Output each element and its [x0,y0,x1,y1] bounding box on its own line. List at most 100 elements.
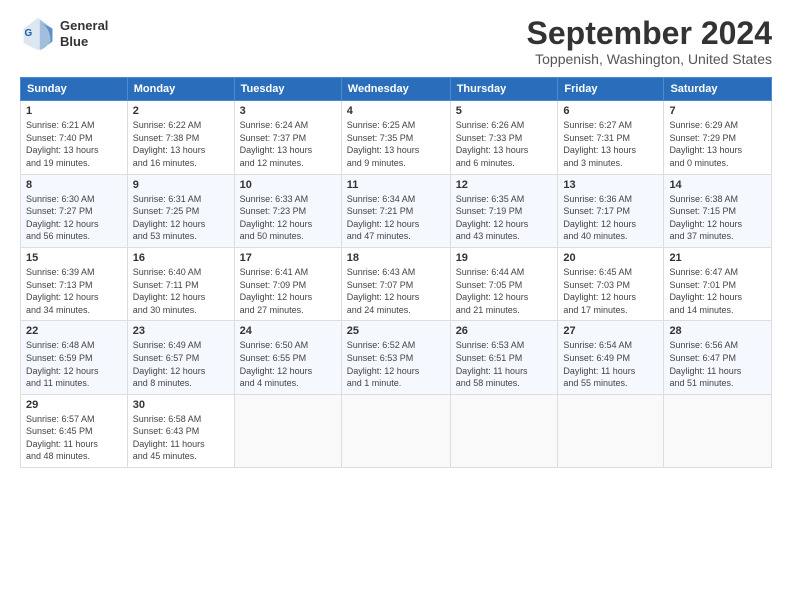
day-info: Sunrise: 6:50 AM Sunset: 6:55 PM Dayligh… [240,339,336,389]
day-info: Sunrise: 6:41 AM Sunset: 7:09 PM Dayligh… [240,266,336,316]
day-info: Sunrise: 6:26 AM Sunset: 7:33 PM Dayligh… [456,119,553,169]
day-header-tuesday: Tuesday [234,78,341,101]
calendar-cell [558,394,664,467]
calendar-table: SundayMondayTuesdayWednesdayThursdayFrid… [20,77,772,468]
calendar-cell: 5 Sunrise: 6:26 AM Sunset: 7:33 PM Daylig… [450,101,558,174]
calendar-body: 1 Sunrise: 6:21 AM Sunset: 7:40 PM Daylig… [21,101,772,468]
day-info: Sunrise: 6:27 AM Sunset: 7:31 PM Dayligh… [563,119,658,169]
svg-text:G: G [25,28,33,39]
day-number: 21 [669,252,766,264]
day-info: Sunrise: 6:24 AM Sunset: 7:37 PM Dayligh… [240,119,336,169]
day-number: 1 [26,105,122,117]
calendar-week-5: 29 Sunrise: 6:57 AM Sunset: 6:45 PM Dayli… [21,394,772,467]
day-number: 8 [26,179,122,191]
day-info: Sunrise: 6:25 AM Sunset: 7:35 PM Dayligh… [347,119,445,169]
calendar-cell [664,394,772,467]
day-header-saturday: Saturday [664,78,772,101]
calendar-cell: 12 Sunrise: 6:35 AM Sunset: 7:19 PM Dayli… [450,174,558,247]
calendar-week-4: 22 Sunrise: 6:48 AM Sunset: 6:59 PM Dayli… [21,321,772,394]
day-number: 10 [240,179,336,191]
day-number: 23 [133,325,229,337]
day-number: 18 [347,252,445,264]
day-info: Sunrise: 6:52 AM Sunset: 6:53 PM Dayligh… [347,339,445,389]
day-number: 28 [669,325,766,337]
day-info: Sunrise: 6:38 AM Sunset: 7:15 PM Dayligh… [669,193,766,243]
calendar-header-row: SundayMondayTuesdayWednesdayThursdayFrid… [21,78,772,101]
day-number: 24 [240,325,336,337]
day-info: Sunrise: 6:48 AM Sunset: 6:59 PM Dayligh… [26,339,122,389]
calendar-cell: 4 Sunrise: 6:25 AM Sunset: 7:35 PM Daylig… [341,101,450,174]
calendar-cell: 10 Sunrise: 6:33 AM Sunset: 7:23 PM Dayli… [234,174,341,247]
calendar-cell: 17 Sunrise: 6:41 AM Sunset: 7:09 PM Dayli… [234,247,341,320]
calendar-page: G General Blue September 2024 Toppenish,… [0,0,792,612]
day-info: Sunrise: 6:57 AM Sunset: 6:45 PM Dayligh… [26,413,122,463]
day-number: 13 [563,179,658,191]
calendar-cell [234,394,341,467]
day-number: 4 [347,105,445,117]
day-header-wednesday: Wednesday [341,78,450,101]
calendar-cell: 16 Sunrise: 6:40 AM Sunset: 7:11 PM Dayli… [127,247,234,320]
logo-icon: G [20,16,56,52]
logo-text: General Blue [60,18,108,49]
calendar-cell: 11Sunrise: 6:34 AM Sunset: 7:21 PM Dayli… [341,174,450,247]
day-info: Sunrise: 6:35 AM Sunset: 7:19 PM Dayligh… [456,193,553,243]
calendar-cell: 8 Sunrise: 6:30 AM Sunset: 7:27 PM Daylig… [21,174,128,247]
calendar-cell: 25 Sunrise: 6:52 AM Sunset: 6:53 PM Dayli… [341,321,450,394]
calendar-cell: 3Sunrise: 6:24 AM Sunset: 7:37 PM Daylig… [234,101,341,174]
calendar-cell: 2Sunrise: 6:22 AM Sunset: 7:38 PM Daylig… [127,101,234,174]
calendar-week-2: 8 Sunrise: 6:30 AM Sunset: 7:27 PM Daylig… [21,174,772,247]
day-number: 12 [456,179,553,191]
day-number: 6 [563,105,658,117]
calendar-cell: 19 Sunrise: 6:44 AM Sunset: 7:05 PM Dayli… [450,247,558,320]
day-number: 5 [456,105,553,117]
calendar-cell [341,394,450,467]
title-block: September 2024 Toppenish, Washington, Un… [527,16,772,67]
day-info: Sunrise: 6:40 AM Sunset: 7:11 PM Dayligh… [133,266,229,316]
day-number: 16 [133,252,229,264]
day-number: 20 [563,252,658,264]
day-info: Sunrise: 6:54 AM Sunset: 6:49 PM Dayligh… [563,339,658,389]
calendar-cell: 20Sunrise: 6:45 AM Sunset: 7:03 PM Dayli… [558,247,664,320]
calendar-cell: 26 Sunrise: 6:53 AM Sunset: 6:51 PM Dayli… [450,321,558,394]
calendar-week-1: 1 Sunrise: 6:21 AM Sunset: 7:40 PM Daylig… [21,101,772,174]
day-info: Sunrise: 6:58 AM Sunset: 6:43 PM Dayligh… [133,413,229,463]
day-number: 25 [347,325,445,337]
day-info: Sunrise: 6:43 AM Sunset: 7:07 PM Dayligh… [347,266,445,316]
day-info: Sunrise: 6:44 AM Sunset: 7:05 PM Dayligh… [456,266,553,316]
calendar-cell: 13 Sunrise: 6:36 AM Sunset: 7:17 PM Dayli… [558,174,664,247]
day-number: 29 [26,399,122,411]
day-number: 27 [563,325,658,337]
day-info: Sunrise: 6:49 AM Sunset: 6:57 PM Dayligh… [133,339,229,389]
day-number: 11 [347,179,445,191]
calendar-cell: 22 Sunrise: 6:48 AM Sunset: 6:59 PM Dayli… [21,321,128,394]
day-info: Sunrise: 6:21 AM Sunset: 7:40 PM Dayligh… [26,119,122,169]
calendar-cell: 1 Sunrise: 6:21 AM Sunset: 7:40 PM Daylig… [21,101,128,174]
day-number: 30 [133,399,229,411]
day-number: 19 [456,252,553,264]
calendar-cell: 21Sunrise: 6:47 AM Sunset: 7:01 PM Dayli… [664,247,772,320]
day-header-sunday: Sunday [21,78,128,101]
day-info: Sunrise: 6:53 AM Sunset: 6:51 PM Dayligh… [456,339,553,389]
day-number: 26 [456,325,553,337]
day-info: Sunrise: 6:33 AM Sunset: 7:23 PM Dayligh… [240,193,336,243]
calendar-cell: 23 Sunrise: 6:49 AM Sunset: 6:57 PM Dayli… [127,321,234,394]
day-number: 22 [26,325,122,337]
day-header-friday: Friday [558,78,664,101]
day-number: 17 [240,252,336,264]
calendar-cell: 28Sunrise: 6:56 AM Sunset: 6:47 PM Dayli… [664,321,772,394]
day-number: 15 [26,252,122,264]
calendar-week-3: 15 Sunrise: 6:39 AM Sunset: 7:13 PM Dayli… [21,247,772,320]
day-info: Sunrise: 6:39 AM Sunset: 7:13 PM Dayligh… [26,266,122,316]
calendar-cell: 29 Sunrise: 6:57 AM Sunset: 6:45 PM Dayli… [21,394,128,467]
calendar-cell: 14 Sunrise: 6:38 AM Sunset: 7:15 PM Dayli… [664,174,772,247]
calendar-cell: 24 Sunrise: 6:50 AM Sunset: 6:55 PM Dayli… [234,321,341,394]
calendar-cell: 15 Sunrise: 6:39 AM Sunset: 7:13 PM Dayli… [21,247,128,320]
day-number: 14 [669,179,766,191]
header: G General Blue September 2024 Toppenish,… [20,16,772,67]
day-info: Sunrise: 6:30 AM Sunset: 7:27 PM Dayligh… [26,193,122,243]
day-number: 9 [133,179,229,191]
day-header-thursday: Thursday [450,78,558,101]
calendar-cell: 7Sunrise: 6:29 AM Sunset: 7:29 PM Daylig… [664,101,772,174]
day-info: Sunrise: 6:31 AM Sunset: 7:25 PM Dayligh… [133,193,229,243]
day-info: Sunrise: 6:36 AM Sunset: 7:17 PM Dayligh… [563,193,658,243]
